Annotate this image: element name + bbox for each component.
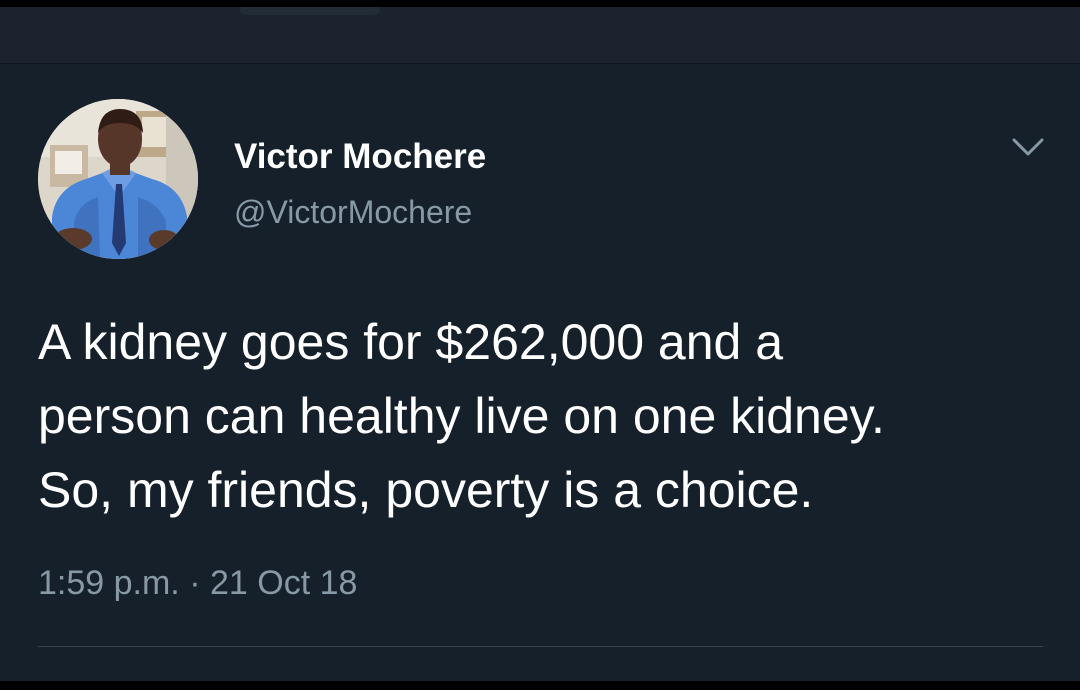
avatar[interactable] (38, 99, 198, 259)
tweet-card[interactable]: Victor Mochere @VictorMochere A kidney g… (0, 64, 1080, 681)
app-window: Victor Mochere @VictorMochere A kidney g… (0, 7, 1080, 681)
tweet-time: 1:59 p.m. (38, 564, 180, 602)
chevron-down-icon[interactable] (1010, 136, 1046, 158)
top-navigation-bar (0, 7, 1080, 64)
top-bar-fragment (240, 7, 380, 15)
divider (38, 646, 1043, 647)
profile-photo-image (38, 99, 198, 259)
display-name[interactable]: Victor Mochere (234, 137, 486, 177)
tweet-date: 21 Oct 18 (209, 564, 358, 602)
timestamp-separator: · (189, 564, 201, 602)
tweet-text-line: A kidney goes for $262,000 and a (38, 314, 784, 370)
tweet-text-line: person can healthy live on one kidney. (38, 388, 885, 444)
tweet-timestamp[interactable]: 1:59 p.m. · 21 Oct 18 (38, 564, 357, 603)
user-handle[interactable]: @VictorMochere (234, 194, 472, 231)
tweet-text: A kidney goes for $262,000 and a person … (38, 305, 1063, 527)
chevron-down-icon-graphic (1012, 138, 1044, 156)
tweet-text-line: So, my friends, poverty is a choice. (38, 462, 814, 518)
